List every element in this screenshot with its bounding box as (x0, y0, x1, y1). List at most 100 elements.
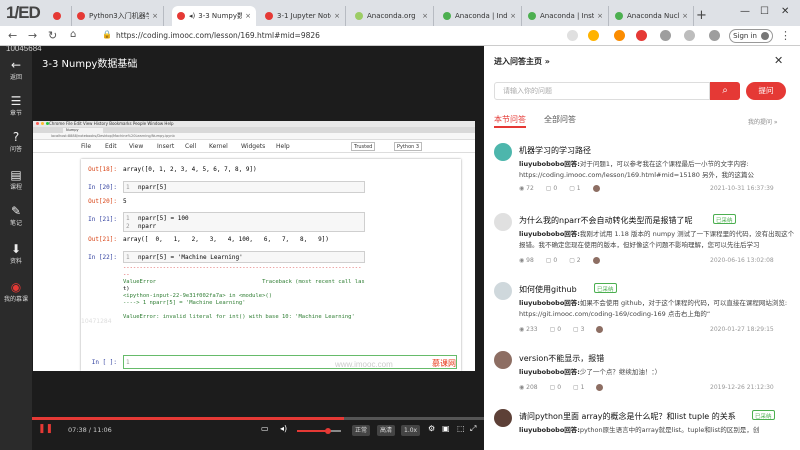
user-icon: ◉ (10, 280, 22, 294)
pencil-icon: ✎ (10, 204, 22, 218)
browser-menu-icon[interactable]: ⋮ (780, 29, 791, 42)
question-title[interactable]: 请问python里面 array的概念是什么呢？和list tuple 的关系 (519, 411, 736, 422)
close-tab-icon[interactable]: × (597, 12, 603, 20)
question-title[interactable]: 为什么我的nparr不会自动转化类型而是报错了呢 (519, 215, 693, 226)
volume-icon[interactable]: ◂) (280, 424, 287, 433)
sidebar-item-chapters[interactable]: ☰ 章节 (0, 94, 32, 117)
question-item[interactable]: version不能显示，报错 liuyubobobo回答:少了一个点？继续加油！… (494, 351, 794, 401)
question-icon: ? (12, 130, 20, 144)
video-progress-bar[interactable] (32, 417, 484, 420)
question-item[interactable]: 机器学习的学习路径 liuyubobobo回答:对于问题1，可以参考我在这个课程… (494, 143, 794, 199)
question-answer: liuyubobobo回答:如果不会使用 github，对于这个课程的代码，可以… (519, 299, 788, 318)
tab-all-questions[interactable]: 全部问答 (544, 114, 576, 125)
imooc-favicon-icon (265, 12, 273, 20)
close-tab-icon[interactable]: × (510, 12, 516, 20)
browser-tab[interactable] (48, 6, 72, 26)
anaconda-favicon-icon (528, 12, 536, 20)
qa-home-link[interactable]: 进入问答主页 » (494, 56, 550, 67)
back-icon[interactable]: ← (8, 29, 17, 42)
url-input[interactable]: 🔒 https://coding.imooc.com/lesson/169.ht… (100, 29, 600, 43)
my-questions-link[interactable]: 我的提问 » (748, 117, 778, 126)
code-cell[interactable]: 1 nparr[5] (123, 181, 365, 193)
jupyter-menu-file: File (81, 143, 92, 150)
question-item[interactable]: 为什么我的nparr不会自动转化类型而是报错了呢 已采纳 liuyubobobo… (494, 213, 794, 269)
extension-icon[interactable] (567, 30, 578, 41)
fullscreen-icon[interactable]: ⤢ (470, 424, 476, 434)
minimize-icon[interactable]: — (740, 6, 750, 17)
active-code-cell[interactable]: 1 (123, 355, 457, 369)
extension-icon[interactable] (684, 30, 695, 41)
new-tab-icon[interactable]: + (696, 8, 707, 23)
video-progress-fill (32, 417, 344, 420)
pause-icon[interactable]: ❚❚ (38, 424, 53, 434)
browser-tab[interactable]: 3-1 Jupyter Note × (260, 6, 346, 26)
browser-tab-active[interactable]: ◂)3-3 Numpy数据× (172, 6, 256, 26)
accepted-badge: 已采纳 (594, 283, 617, 293)
search-button[interactable]: ⌕ (710, 82, 740, 100)
volume-knob[interactable] (324, 428, 331, 434)
reload-icon[interactable]: ↻ (48, 29, 57, 42)
sidebar-item-courses[interactable]: ▤ 课程 (0, 168, 32, 191)
volume-slider[interactable] (297, 428, 341, 434)
sign-in-button[interactable]: Sign in (729, 29, 773, 43)
faint-number: 10471284 (81, 318, 112, 325)
inner-url: localhost:8888/notebooks/Desktop/Machine… (33, 133, 475, 140)
browser-tab[interactable]: Anaconda | Install× (523, 6, 609, 26)
code-cell[interactable]: 1 nparr[5] = 'Machine Learning' (123, 251, 365, 263)
question-item[interactable]: 如何使用github 已采纳 liuyubobobo回答:如果不会使用 gith… (494, 282, 794, 338)
picture-in-picture-icon[interactable]: ▣ (442, 424, 450, 433)
question-title[interactable]: 机器学习的学习路径 (519, 145, 591, 156)
code-cell[interactable]: 1 nparr[5] = 100 2 nparr (123, 212, 365, 232)
extension-icon[interactable] (660, 30, 671, 41)
sidebar-item-back[interactable]: ← 返回 (0, 58, 32, 81)
close-tab-icon[interactable]: × (334, 12, 340, 20)
sidebar-item-my-imooc[interactable]: ◉ 我的慕课 (0, 280, 32, 303)
playback-mode-button[interactable]: 正常 (352, 425, 371, 436)
audio-icon[interactable]: ◂) (189, 12, 195, 20)
browser-tab[interactable]: Anaconda | Indivi× (438, 6, 522, 26)
sidebar-item-qa[interactable]: ? 问答 (0, 130, 32, 153)
browser-tab[interactable]: Anaconda Nucleus× (610, 6, 694, 26)
forward-icon[interactable]: → (28, 29, 37, 42)
extension-icon[interactable] (709, 30, 720, 41)
close-tab-icon[interactable]: × (152, 12, 158, 20)
out-prompt: Out[18]: (88, 166, 117, 173)
question-answer: liuyubobobo回答:我刚才试用 1.18 版本的 numpy 测试了一下… (519, 230, 795, 249)
likes-icon: ▢ (573, 326, 581, 333)
question-search-input[interactable]: 请输入你的问题 (494, 82, 710, 100)
theater-icon[interactable]: ⬚ (457, 424, 465, 433)
browser-tab[interactable]: Python3入门机器学习× (72, 6, 164, 26)
close-tab-icon[interactable]: × (682, 12, 688, 20)
likes-icon: ▢ (569, 185, 577, 192)
quality-button[interactable]: 高清 (377, 425, 396, 436)
question-title[interactable]: version不能显示，报错 (519, 353, 604, 364)
close-icon[interactable]: ✕ (774, 54, 783, 67)
settings-icon[interactable]: ⚙ (428, 424, 435, 433)
sidebar-item-notes[interactable]: ✎ 笔记 (0, 204, 32, 227)
error-line: <ipython-input-22-9e31f002fa7a> in <modu… (123, 293, 273, 299)
extension-icon[interactable] (588, 30, 599, 41)
question-item[interactable]: 请问python里面 array的概念是什么呢？和list tuple 的关系 … (494, 409, 794, 449)
question-title[interactable]: 如何使用github (519, 284, 577, 295)
speed-button[interactable]: 1.0x (401, 425, 421, 436)
question-answer: liuyubobobo回答:python原生语言中的array就是list。tu… (519, 426, 760, 434)
close-window-icon[interactable]: ✕ (781, 6, 789, 17)
browser-tab-bar: 1/ED Python3入门机器学习× ◂)3-3 Numpy数据× 3-1 J… (0, 0, 800, 26)
captions-icon[interactable]: ▭ (261, 424, 269, 433)
maximize-icon[interactable]: ☐ (760, 6, 769, 17)
close-tab-icon[interactable]: × (422, 12, 428, 20)
avatar (494, 351, 512, 369)
extension-icon[interactable] (636, 30, 647, 41)
ask-question-button[interactable]: 提问 (746, 82, 786, 100)
avatar (592, 257, 600, 264)
extension-icon[interactable] (614, 30, 625, 41)
home-icon[interactable]: ⌂ (70, 29, 76, 40)
sidebar-item-materials[interactable]: ⬇ 资料 (0, 242, 32, 265)
close-tab-icon[interactable]: × (245, 12, 251, 20)
in-prompt: In [ ]: (91, 359, 117, 366)
tab-this-section[interactable]: 本节问答 (494, 114, 526, 125)
window-dots-icon (36, 122, 49, 125)
avatar-icon (760, 32, 769, 40)
book-icon: ▤ (10, 168, 22, 182)
browser-tab[interactable]: Anaconda.org × (350, 6, 434, 26)
